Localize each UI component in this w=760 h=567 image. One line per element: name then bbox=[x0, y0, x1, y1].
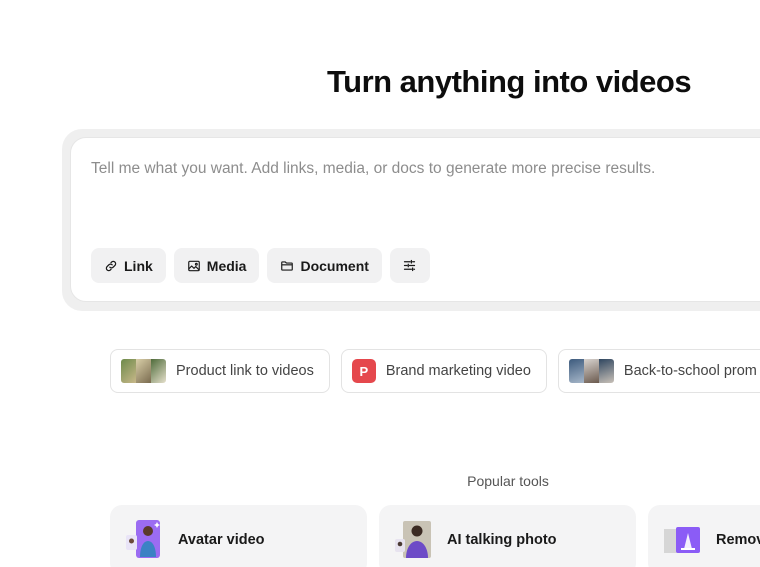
suggestion-label: Product link to videos bbox=[176, 363, 314, 379]
suggestion-brand-marketing[interactable]: P Brand marketing video bbox=[340, 349, 547, 393]
page-title: Turn anything into videos bbox=[327, 64, 692, 99]
composer-toolbar: Link Media Document bbox=[91, 248, 430, 283]
popular-tools-list: Avatar video AI talking photo Remov bbox=[110, 505, 760, 567]
popular-tools-heading: Popular tools bbox=[467, 473, 549, 489]
page: Turn anything into videos Link bbox=[0, 0, 760, 567]
folder-icon bbox=[280, 259, 294, 273]
document-button-label: Document bbox=[300, 257, 369, 274]
p-badge-icon: P bbox=[351, 359, 376, 383]
suggestion-label: Back-to-school prom bbox=[623, 363, 757, 379]
link-icon bbox=[104, 259, 118, 273]
image-icon bbox=[187, 259, 201, 273]
people-thumbnail-icon bbox=[568, 359, 614, 383]
media-button-label: Media bbox=[206, 257, 247, 274]
tool-remove[interactable]: Remov bbox=[648, 505, 760, 567]
document-button[interactable]: Document bbox=[267, 248, 382, 283]
prompt-input[interactable] bbox=[91, 160, 731, 178]
product-thumbnail-icon bbox=[121, 359, 166, 383]
suggestion-back-to-school[interactable]: Back-to-school prom bbox=[557, 349, 760, 393]
prompt-composer: Link Media bbox=[70, 137, 760, 302]
remove-thumbnail-icon bbox=[662, 519, 702, 559]
suggestion-list: Product link to videos P Brand marketing… bbox=[110, 349, 760, 393]
tool-label: AI talking photo bbox=[447, 532, 557, 548]
media-button[interactable]: Media bbox=[173, 248, 260, 283]
link-button[interactable]: Link bbox=[91, 248, 166, 283]
sliders-icon bbox=[402, 258, 417, 273]
talking-photo-thumbnail-icon bbox=[393, 519, 433, 559]
avatar-thumbnail-icon bbox=[124, 519, 164, 559]
tool-avatar-video[interactable]: Avatar video bbox=[110, 505, 367, 567]
suggestion-label: Brand marketing video bbox=[385, 363, 531, 379]
tool-label: Avatar video bbox=[178, 532, 265, 548]
tool-label: Remov bbox=[716, 532, 760, 548]
tool-ai-talking-photo[interactable]: AI talking photo bbox=[379, 505, 636, 567]
suggestion-product-link[interactable]: Product link to videos bbox=[110, 349, 330, 393]
settings-button[interactable] bbox=[389, 248, 430, 283]
link-button-label: Link bbox=[124, 257, 153, 274]
